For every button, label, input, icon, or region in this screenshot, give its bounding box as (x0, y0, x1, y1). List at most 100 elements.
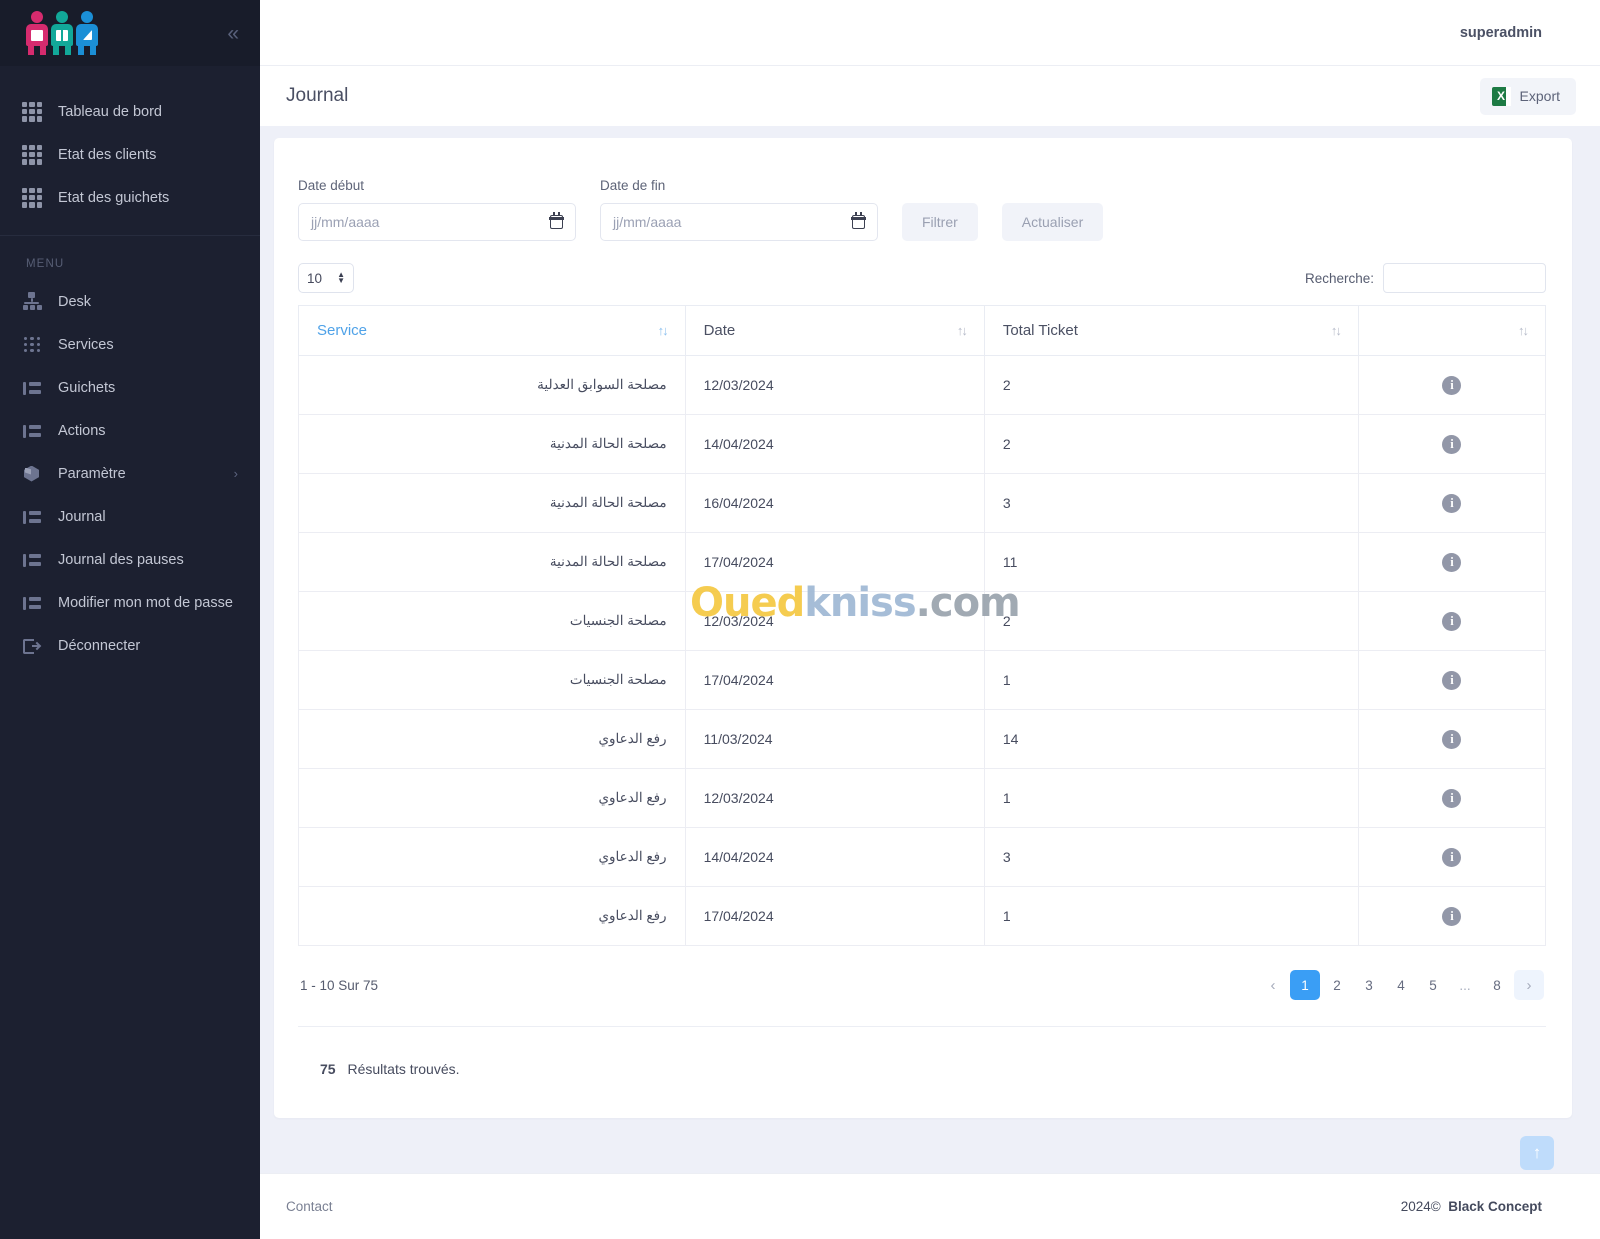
table-row: مصلحة السوابق العدلية 12/03/2024 2 i (298, 355, 1547, 415)
sidebar-item-actions[interactable]: Actions (0, 409, 260, 452)
sidebar-item-etat-des-clients[interactable]: Etat des clients (0, 133, 260, 176)
column-header-date[interactable]: Date ↑↓ (684, 305, 985, 356)
page-length-select[interactable]: 10 ▲ ▼ (298, 263, 354, 293)
sort-icon[interactable]: ↑↓ (1331, 323, 1342, 338)
pagination: ‹ 1 2 3 4 5... 8 › (1258, 970, 1544, 1000)
info-icon[interactable]: i (1442, 611, 1462, 631)
topbar: superadmin (260, 0, 1600, 66)
sitemap-icon (22, 291, 42, 312)
sidebar-item-journal-des-pauses[interactable]: Journal des pauses (0, 538, 260, 581)
date-start-label: Date début (298, 178, 365, 193)
pagination-page-2[interactable]: 2 (1322, 970, 1352, 1000)
cell-date: 12/03/2024 (684, 591, 985, 651)
sidebar-item-label: Journal des pauses (58, 551, 184, 568)
info-icon[interactable]: i (1442, 788, 1462, 808)
table-row: رفع الدعاوي 12/03/2024 1 i (298, 768, 1547, 828)
calendar-icon[interactable] (549, 212, 564, 229)
cell-date: 17/04/2024 (684, 650, 985, 710)
scroll-to-top-button[interactable]: ↑ (1520, 1136, 1554, 1170)
column-header-service[interactable]: Service ↑↓ (298, 305, 686, 356)
cell-total-ticket: 1 (983, 886, 1359, 946)
sidebar-item-etat-des-guichets[interactable]: Etat des guichets (0, 176, 260, 219)
info-icon[interactable]: i (1442, 552, 1462, 572)
page-title: Journal (286, 85, 349, 106)
table-row: مصلحة الجنسيات 12/03/2024 2 i (298, 591, 1547, 651)
filter-button[interactable]: Filtrer (902, 203, 978, 241)
date-start-input[interactable]: jj/mm/aaaa (298, 203, 576, 241)
sort-icon[interactable]: ↑↓ (1518, 323, 1529, 338)
info-icon[interactable]: i (1442, 375, 1462, 395)
date-end-label: Date de fin (600, 178, 666, 193)
cell-actions: i (1357, 414, 1547, 474)
main-area: superadmin Journal X Export Date début j… (260, 0, 1600, 1239)
info-icon[interactable]: i (1442, 729, 1462, 749)
sidebar-item-deconnecter[interactable]: Déconnecter (0, 624, 260, 667)
info-icon[interactable]: i (1442, 670, 1462, 690)
sort-icon[interactable]: ↑↓ (957, 323, 968, 338)
pagination-page-3[interactable]: 3 (1354, 970, 1384, 1000)
date-start-field: Date début jj/mm/aaaa (298, 178, 576, 241)
pagination-page-8[interactable]: 8 (1482, 970, 1512, 1000)
user-menu[interactable]: superadmin (1460, 25, 1542, 41)
search-label: Recherche: (1304, 270, 1374, 286)
sidebar-item-journal[interactable]: Journal (0, 495, 260, 538)
pagination-row: 1 - 10 Sur 75 ‹ 1 2 3 4 5... 8 › (298, 946, 1546, 1000)
search-input[interactable] (1383, 263, 1546, 293)
pagination-page-1[interactable]: 1 (1290, 970, 1320, 1000)
results-count: 75 (320, 1061, 336, 1077)
info-icon[interactable]: i (1442, 847, 1462, 867)
refresh-button[interactable]: Actualiser (1001, 203, 1104, 241)
sidebar: « Tableau de bord Etat des clients Etat … (0, 0, 260, 1239)
sidebar-item-parametre[interactable]: Paramètre › (0, 452, 260, 495)
sidebar-item-label: Etat des clients (58, 146, 157, 163)
sidebar-item-services[interactable]: Services (0, 323, 260, 366)
pagination-page-5[interactable]: 5 (1418, 970, 1448, 1000)
info-icon[interactable]: i (1442, 493, 1462, 513)
page-length-value: 10 (307, 270, 323, 286)
column-label: Date (703, 322, 736, 339)
table-row: مصلحة الحالة المدنية 14/04/2024 2 i (298, 414, 1547, 474)
grid-icon (22, 144, 42, 165)
info-icon[interactable]: i (1442, 434, 1462, 454)
table-header-row: Service ↑↓ Date ↑↓ Total Ticket ↑↓ ↑↓ (298, 305, 1547, 356)
results-summary: 75 Résultats trouvés. (298, 1027, 1546, 1077)
list-icon (22, 550, 42, 570)
date-end-input[interactable]: jj/mm/aaaa (600, 203, 878, 241)
sort-icon[interactable]: ↑↓ (658, 323, 669, 338)
info-icon[interactable]: i (1442, 906, 1462, 926)
export-button-label: Export (1519, 88, 1560, 104)
footer-brand-name: Black Concept (1448, 1199, 1542, 1214)
cell-total-ticket: 2 (983, 414, 1359, 474)
sidebar-item-label: Services (58, 336, 114, 353)
export-button[interactable]: X Export (1479, 77, 1576, 115)
table-head: Service ↑↓ Date ↑↓ Total Ticket ↑↓ ↑↓ (298, 305, 1547, 356)
journal-card: Date début jj/mm/aaaa Date de fin jj/mm/… (274, 138, 1572, 1118)
chevron-updown-icon: ▲ ▼ (337, 270, 345, 285)
cell-total-ticket: 3 (983, 473, 1359, 533)
sidebar-item-desk[interactable]: Desk (0, 280, 260, 323)
table-row: مصلحة الحالة المدنية 16/04/2024 3 i (298, 473, 1547, 533)
pagination-prev-button[interactable]: ‹ (1258, 970, 1288, 1000)
sidebar-item-modifier-mot-de-passe[interactable]: Modifier mon mot de passe (0, 581, 260, 624)
pagination-next-button[interactable]: › (1514, 970, 1544, 1000)
cell-service: رفع الدعاوي (298, 768, 686, 828)
column-header-total-ticket[interactable]: Total Ticket ↑↓ (983, 305, 1359, 356)
arrow-up-icon: ↑ (1532, 1143, 1542, 1162)
logout-icon (22, 636, 42, 656)
sidebar-item-guichets[interactable]: Guichets (0, 366, 260, 409)
cell-date: 17/04/2024 (684, 886, 985, 946)
list-icon (22, 593, 42, 613)
grid-icon (22, 101, 42, 122)
table-row: رفع الدعاوي 14/04/2024 3 i (298, 827, 1547, 887)
grid-icon (22, 187, 42, 208)
column-header-actions[interactable]: ↑↓ (1357, 305, 1547, 356)
sidebar-collapse-icon[interactable]: « (221, 19, 242, 48)
pagination-page-4[interactable]: 4 (1386, 970, 1416, 1000)
cell-total-ticket: 3 (983, 827, 1359, 887)
sidebar-item-label: Guichets (58, 379, 116, 396)
sidebar-item-tableau-de-bord[interactable]: Tableau de bord (0, 90, 260, 133)
calendar-icon[interactable] (851, 212, 866, 229)
cell-total-ticket: 2 (983, 591, 1359, 651)
filter-row: Date début jj/mm/aaaa Date de fin jj/mm/… (298, 178, 1546, 241)
footer-contact-link[interactable]: Contact (286, 1199, 333, 1214)
